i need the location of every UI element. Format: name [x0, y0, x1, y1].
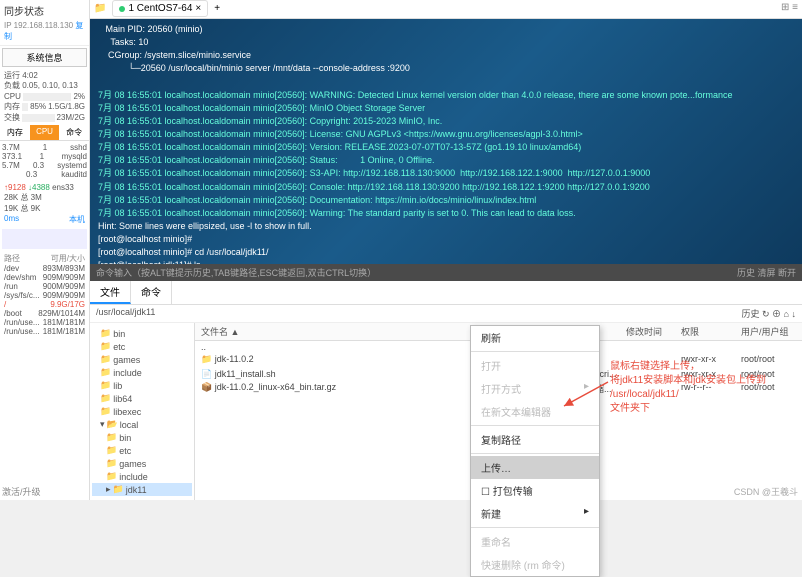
menu-quickdel: 快速删除 (rm 命令) [471, 553, 599, 576]
process-list: 3.7M1sshd 373.11mysqld 5.7M0.3systemd 0.… [0, 141, 89, 181]
folder-icon: 📁 [113, 484, 124, 495]
folder-icon: 📁 [106, 432, 117, 443]
col-owner[interactable]: 用户/用户组 [741, 325, 796, 338]
status-dot-icon [119, 6, 125, 12]
tab-memory[interactable]: 内存 [0, 125, 30, 140]
tree-item[interactable]: 📁bin [92, 431, 192, 444]
tab-commands[interactable]: 命令 [131, 281, 172, 304]
tree-item[interactable]: 📁libexec [92, 405, 192, 418]
folder-icon: 📁 [106, 458, 117, 469]
tree-item[interactable]: 📁include [92, 470, 192, 483]
menu-copypath[interactable]: 复制路径 [471, 428, 599, 451]
session-tabs: 📁 1 CentOS7-64 × + [90, 0, 802, 19]
tree-item[interactable]: 📁etc [92, 340, 192, 353]
uptime: 运行 4:02 [4, 71, 85, 81]
tree-item[interactable]: 📁etc [92, 444, 192, 457]
folder-icon: 📁 [100, 380, 111, 391]
ip-address: IP 192.168.118.130 复制 [4, 20, 85, 42]
folder-icon: 📂 [107, 419, 118, 430]
col-name[interactable]: 文件名 ▲ [201, 325, 516, 338]
tab-files[interactable]: 文件 [90, 281, 131, 304]
sidebar: 同步状态 IP 192.168.118.130 复制 系统信息 运行 4:02 … [0, 0, 90, 500]
system-info-button[interactable]: 系统信息 [2, 48, 87, 67]
tree-item-jdk11[interactable]: ▸📁jdk11 [92, 483, 192, 496]
menu-open: 打开 [471, 354, 599, 377]
load-avg: 负载 0.05, 0.10, 0.13 [4, 81, 85, 91]
folder-icon: 📁 [100, 393, 111, 404]
context-menu: 刷新 打开 打开方式 ▸ 在新文本编辑器 复制路径 上传… ☐ 打包传输 新建 … [470, 325, 600, 577]
folder-tree: 📁bin 📁etc 📁games 📁include 📁lib 📁lib64 📁l… [90, 323, 195, 500]
tree-item[interactable]: ▾📂local [92, 418, 192, 431]
folder-icon: 📁 [100, 367, 111, 378]
file-toolbar[interactable]: 历史 ↻ ⊕ ⌂ ↓ [742, 307, 796, 320]
tree-item[interactable]: 📁bin [92, 327, 192, 340]
col-date[interactable]: 修改时间 [626, 325, 681, 338]
folder-icon: 📁 [100, 328, 111, 339]
tree-item[interactable]: 📁lib [92, 379, 192, 392]
folder-icon: 📁 [106, 471, 117, 482]
close-icon[interactable]: × [195, 3, 201, 14]
col-perm[interactable]: 权限 [681, 325, 741, 338]
folder-icon: 📁 [100, 406, 111, 417]
footer-activate[interactable]: 激活/升级 [2, 485, 41, 498]
add-tab-icon[interactable]: + [214, 3, 220, 14]
tree-item[interactable]: 📁games [92, 353, 192, 366]
menu-rename: 重命名 [471, 530, 599, 553]
folder-icon: 📁 [106, 445, 117, 456]
watermark: CSDN @王羲斗 [734, 485, 798, 498]
terminal-hint: 命令输入（按ALT键提示历史,TAB键路径,ESC键返回,双击CTRL切换） 历… [90, 264, 802, 281]
session-tab[interactable]: 1 CentOS7-64 × [112, 0, 208, 17]
folder-icon[interactable]: 📁 [94, 3, 106, 14]
tree-item[interactable]: 📁include [92, 366, 192, 379]
window-icons[interactable]: ⊞ ≡ [781, 2, 798, 13]
annotation-text: 鼠标右键选择上传， 将jdk11安装脚本和jdk安装包上传到 /usr/loca… [610, 360, 766, 416]
sync-status-title: 同步状态 [4, 3, 85, 18]
folder-icon: 📁 [100, 354, 111, 365]
tree-item[interactable]: 📁games [92, 457, 192, 470]
menu-pack[interactable]: ☐ 打包传输 [471, 479, 599, 502]
annotation-arrow-icon [560, 380, 610, 410]
menu-new[interactable]: 新建 ▸ [471, 502, 599, 525]
menu-refresh[interactable]: 刷新 [471, 326, 599, 349]
tab-cpu[interactable]: CPU [30, 125, 60, 140]
tab-command[interactable]: 命令 [59, 125, 89, 140]
folder-icon: 📁 [100, 341, 111, 352]
breadcrumb-path[interactable]: /usr/local/jdk11 [96, 307, 155, 320]
tree-item[interactable]: 📁lib64 [92, 392, 192, 405]
menu-upload[interactable]: 上传… [471, 456, 599, 479]
terminal-output[interactable]: Main PID: 20560 (minio) Tasks: 10 CGroup… [90, 19, 802, 264]
